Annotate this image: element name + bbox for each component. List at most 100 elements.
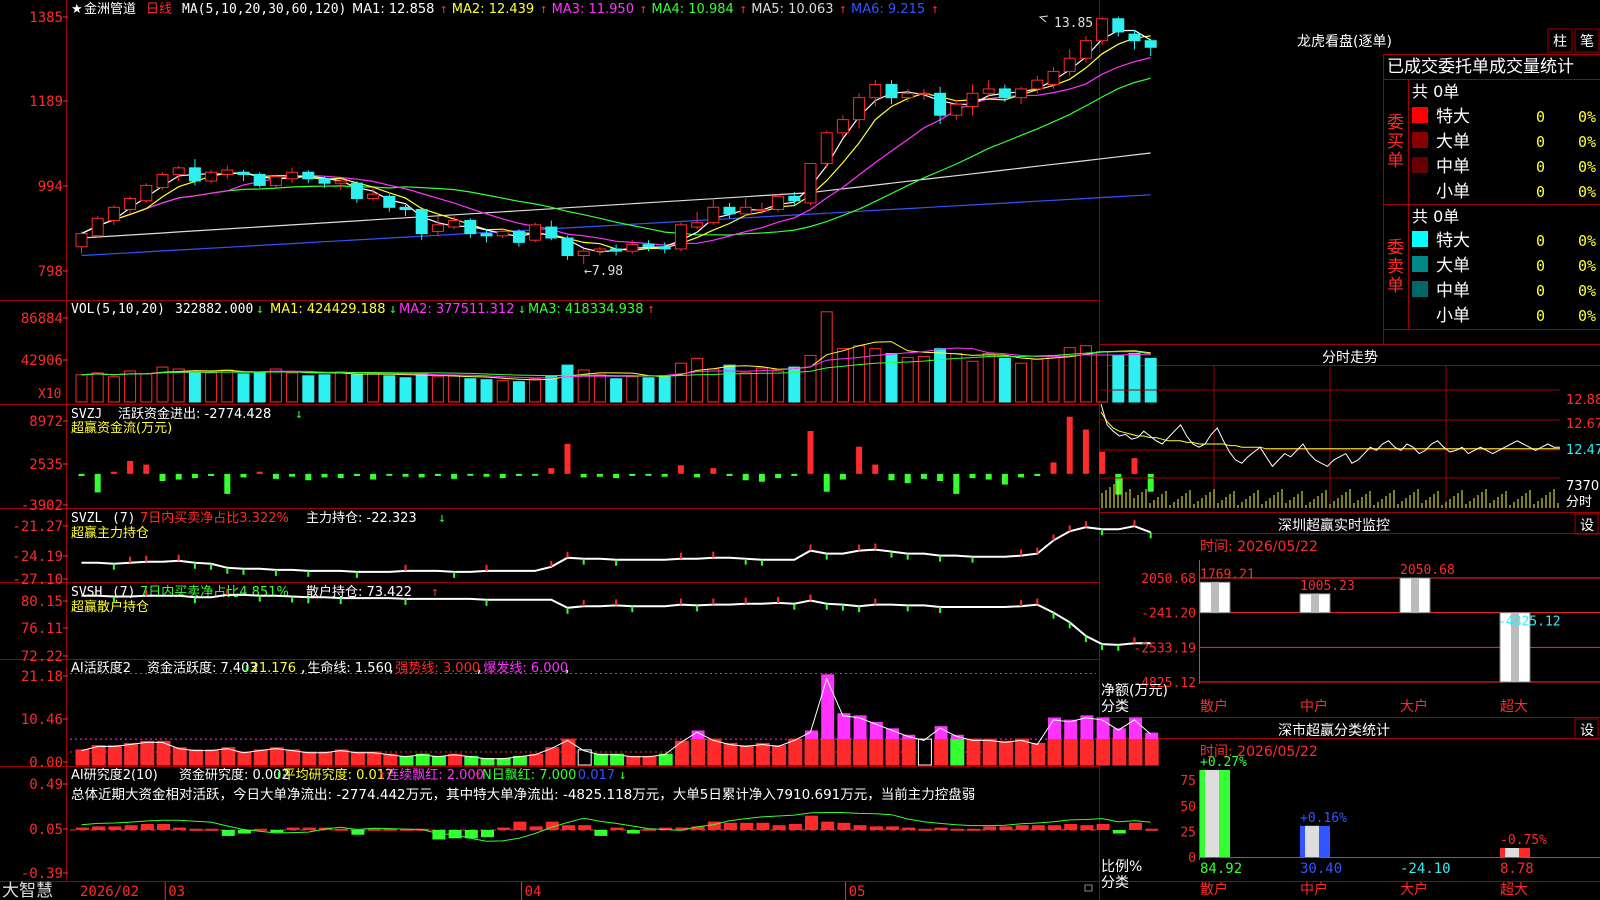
fund-flow-bar <box>337 473 344 479</box>
fund-flow-bar <box>726 473 733 476</box>
dragon-title: 龙虎看盘(逐单) <box>1297 33 1392 50</box>
research-bar <box>1145 828 1159 831</box>
month-label: 03 <box>168 884 185 900</box>
classify-bar-shade <box>1305 825 1319 857</box>
ma4-line <box>81 77 1151 236</box>
vol-y-axis: 86884 42906 <box>21 311 68 369</box>
ai-active-y-axis: 21.18 10.46 0.00 <box>21 669 68 771</box>
order-type-name: 小单 <box>1436 306 1470 326</box>
fund-flow-bar <box>110 471 117 474</box>
activity-bar <box>172 747 187 766</box>
activity-bar <box>334 749 349 766</box>
ai-research-chart <box>70 812 1159 842</box>
volume-bar <box>561 364 574 403</box>
candle-body <box>253 173 266 186</box>
monitor-y-label: -241.20 <box>1141 607 1196 622</box>
research-bar <box>626 829 640 834</box>
activity-bar <box>253 749 268 766</box>
y-tick-label: 0.49 <box>29 777 63 793</box>
fund-flow-bar <box>483 473 490 477</box>
fund-flow-bar <box>791 473 798 476</box>
candle-body <box>1015 88 1028 99</box>
candle-body <box>188 167 201 182</box>
svzl-chart <box>81 520 1152 578</box>
lock-icon[interactable] <box>1084 884 1093 892</box>
fund-flow-bar <box>515 473 522 476</box>
research-bar <box>157 824 170 830</box>
volume-bar <box>431 376 444 403</box>
research-bar <box>221 829 235 836</box>
activity-bar <box>367 751 382 766</box>
y-tick-label: 0.05 <box>29 822 63 838</box>
stock-name[interactable]: 金洲管道 <box>84 1 136 17</box>
ma-legend: MA1: 12.858 ↑ MA2: 12.439 ↑ MA3: 11.950 ↑ MA4:… <box>352 2 939 17</box>
activity-bar <box>723 742 738 766</box>
y-tick-label: -27.10 <box>12 572 63 588</box>
candle-body <box>124 198 137 211</box>
activity-bar <box>788 738 803 766</box>
order-tab[interactable]: 成交量 <box>1489 57 1540 77</box>
research-bar <box>886 826 899 830</box>
vertical-char: 单 <box>1387 276 1404 296</box>
y-tick-label: 1385 <box>29 10 63 26</box>
price-y-axis: 1385 1189 994 798 <box>29 10 68 280</box>
activity-bar <box>804 738 819 766</box>
activity-bar <box>318 751 333 766</box>
research-bar <box>869 826 883 830</box>
classify-category-label: 中户 <box>1300 881 1328 898</box>
volume-bar <box>496 380 509 403</box>
activity-bar <box>1144 738 1159 766</box>
research-bar <box>335 828 349 831</box>
order-tab[interactable]: 已成交 <box>1387 57 1438 77</box>
candle-body <box>610 248 623 252</box>
volume-bar <box>820 311 833 403</box>
order-type-name: 中单 <box>1436 281 1470 301</box>
vertical-char: 委 <box>1387 113 1404 133</box>
sell-rows: 特大 0 0% 大单 0 0% 中单 0 0% 小单 0 0% <box>1412 231 1596 326</box>
volume-bar <box>383 375 396 403</box>
research-bar <box>302 827 316 830</box>
fund-flow-bar <box>434 473 441 476</box>
fund-flow-bar <box>386 473 393 476</box>
fund-flow-bar <box>629 473 636 476</box>
buy-total: 共 0单 <box>1412 82 1459 101</box>
y-tick-label: 798 <box>38 264 63 280</box>
monitor-axis: 分类 <box>1101 699 1129 715</box>
svsh-sub: 超赢散户持仓 <box>71 599 149 615</box>
fund-flow-bar <box>807 431 814 474</box>
fund-flow-bar <box>402 473 409 477</box>
svzl-hold: 主力持仓: -22.323 <box>306 511 417 526</box>
activity-bar <box>286 749 301 766</box>
legend-item: MA2: 12.439 <box>452 2 534 17</box>
volume-bar <box>885 353 898 403</box>
candle-body <box>1031 79 1044 90</box>
svzl-param: (7) <box>112 511 135 526</box>
svzj-y-axis: 8972 2535 -3902 <box>21 414 68 514</box>
fund-flow-bar <box>710 468 717 474</box>
candle-body <box>1063 57 1076 72</box>
low-price-label: ←7.98 <box>584 264 623 279</box>
classify-value-label: 30.40 <box>1300 861 1342 877</box>
order-tab[interactable]: 委托单 <box>1438 57 1489 77</box>
research-bar <box>837 822 851 830</box>
activity-bar <box>642 755 657 766</box>
candle-body <box>302 171 315 180</box>
main-canvas: ★ 金洲管道 日线 MA(5,10,20,30,60,120) MA1: 12.… <box>0 0 1600 900</box>
research-bar <box>934 827 948 830</box>
y-tick-label: -0.39 <box>21 866 63 882</box>
period-label[interactable]: 日线 <box>146 2 172 17</box>
fund-flow-bar <box>175 473 182 480</box>
candle-body <box>804 162 817 204</box>
classify-y-label: 75 <box>1180 774 1196 789</box>
fund-flow-bar <box>418 473 425 478</box>
ma1-line <box>81 29 1152 253</box>
svzj-chart <box>78 416 1154 495</box>
fund-flow-bar <box>1001 473 1008 485</box>
volume-bar <box>124 370 137 403</box>
candle-body <box>917 92 930 95</box>
research-bar <box>367 828 381 831</box>
order-tab[interactable]: 统计 <box>1540 57 1574 77</box>
monitor-value-label: 1005.23 <box>1300 579 1355 594</box>
candle-body <box>1144 40 1157 48</box>
research-bar <box>902 827 916 830</box>
